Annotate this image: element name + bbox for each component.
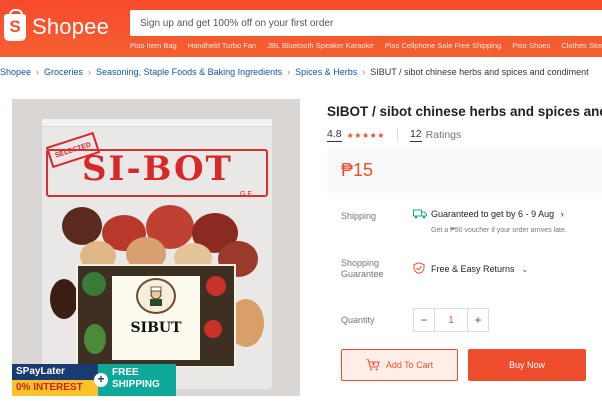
add-to-cart-label: Add To Cart: [385, 360, 434, 370]
chef-icon: [150, 286, 162, 306]
top-header: S Shopee Piso Item Bag Handheld Turbo Fa…: [0, 0, 602, 57]
spice-piece: [50, 279, 78, 319]
breadcrumb-link[interactable]: Spices & Herbs: [295, 67, 357, 77]
freeship-line2: SHIPPING: [112, 379, 160, 390]
chevron-right-icon: ›: [36, 67, 40, 77]
label-title: SIBUT: [130, 320, 182, 336]
shield-icon: [413, 262, 425, 274]
tomato-decoration: [204, 320, 222, 338]
cart-icon: [366, 359, 380, 371]
shipping-label: Shipping: [341, 211, 377, 221]
freeship-line1: FREE: [112, 367, 139, 378]
buy-now-label: Buy Now: [508, 360, 545, 370]
shipping-guarantee[interactable]: Guaranteed to get by 6 - 9 Aug ›: [431, 209, 564, 219]
guarantee-label-line2: Guarantee: [341, 269, 384, 279]
guarantee-label: Shopping Guarantee: [341, 258, 384, 280]
divider: [396, 128, 398, 142]
chevron-right-icon: ›: [560, 209, 564, 219]
plus-icon: +: [94, 373, 108, 387]
suggestion-link[interactable]: JBL Bluetooth Speaker Karaoke: [267, 41, 373, 50]
voucher-note: Get a ₱50 voucher if your order arrives …: [431, 227, 567, 234]
product-price: ₱15: [341, 160, 374, 180]
suggestion-link[interactable]: Piso Cellphone Sale Free Shipping: [385, 41, 501, 50]
suggestion-link[interactable]: Handheld Turbo Fan: [188, 41, 256, 50]
returns-text: Free & Easy Returns: [431, 264, 515, 274]
pack-code: G.F: [240, 191, 252, 198]
chevron-right-icon: ›: [287, 67, 291, 77]
add-to-cart-button[interactable]: Add To Cart: [341, 349, 458, 381]
price-box: ₱15: [327, 147, 602, 193]
breadcrumb-current: SIBUT / sibot chinese herbs and spices a…: [370, 67, 589, 77]
logo-text: Shopee: [32, 14, 110, 39]
breadcrumb: Shopee › Groceries › Seasoning, Staple F…: [0, 67, 602, 77]
returns-dropdown[interactable]: Free & Easy Returns ⌄: [431, 264, 529, 275]
search-input[interactable]: [140, 17, 602, 29]
herb-decoration: [82, 272, 106, 296]
rating-value[interactable]: 4.8: [327, 128, 342, 142]
pack-seal: [42, 119, 272, 127]
chevron-right-icon: ›: [88, 67, 92, 77]
buy-now-button[interactable]: Buy Now: [468, 349, 586, 381]
spaylater-badge: SPayLater 0% INTEREST: [12, 364, 98, 396]
chevron-down-icon: ⌄: [521, 264, 529, 274]
shopee-bag-icon: S: [4, 8, 26, 41]
spaylater-text: SPayLater: [16, 366, 65, 377]
tomato-decoration: [206, 276, 226, 296]
rating-row: 4.8 ★★★★★ 12 Ratings: [327, 128, 461, 142]
truck-icon: [413, 209, 427, 219]
decrease-button[interactable]: −: [414, 309, 434, 331]
shipping-text: Guaranteed to get by 6 - 9 Aug: [431, 209, 555, 219]
chef-logo-icon: [136, 278, 176, 314]
search-suggestions: Piso Item Bag Handheld Turbo Fan JBL Blu…: [130, 41, 602, 50]
quantity-label: Quantity: [341, 315, 375, 325]
ratings-count[interactable]: 12: [409, 128, 422, 142]
shopee-logo[interactable]: S Shopee: [4, 8, 110, 42]
ratings-label: Ratings: [425, 129, 462, 141]
breadcrumb-link[interactable]: Seasoning, Staple Foods & Baking Ingredi…: [96, 67, 282, 77]
breadcrumb-link[interactable]: Groceries: [44, 67, 83, 77]
spice-piece: [62, 207, 102, 245]
quantity-input[interactable]: 1: [434, 309, 468, 331]
free-shipping-badge: FREE SHIPPING: [98, 364, 176, 396]
guarantee-label-line1: Shopping: [341, 258, 380, 268]
suggestion-link[interactable]: Piso Item Bag: [130, 41, 177, 50]
quantity-stepper[interactable]: − 1 +: [413, 308, 489, 332]
label-subtitle: Mamita's Kitchen: [115, 346, 197, 356]
pack-brand: SI-BOT: [82, 149, 233, 189]
spice-pack-illustration: SELECTED SI-BOT G.F SIBUT Mamita's Kitch…: [42, 119, 272, 389]
increase-button[interactable]: +: [468, 309, 488, 331]
search-box[interactable]: [130, 10, 602, 36]
breadcrumb-link[interactable]: Shopee: [0, 67, 31, 77]
product-title: SIBOT / sibot chinese herbs and spices a…: [327, 104, 602, 119]
suggestion-link[interactable]: Clothes Storage: [561, 41, 602, 50]
chevron-right-icon: ›: [362, 67, 366, 77]
suggestion-link[interactable]: Piso Shoes: [512, 41, 550, 50]
interest-text: 0% INTEREST: [12, 380, 98, 396]
product-label: SIBUT Mamita's Kitchen: [76, 264, 236, 368]
star-icon: ★★★★★: [346, 130, 385, 140]
product-image[interactable]: SELECTED SI-BOT G.F SIBUT Mamita's Kitch…: [12, 99, 300, 396]
